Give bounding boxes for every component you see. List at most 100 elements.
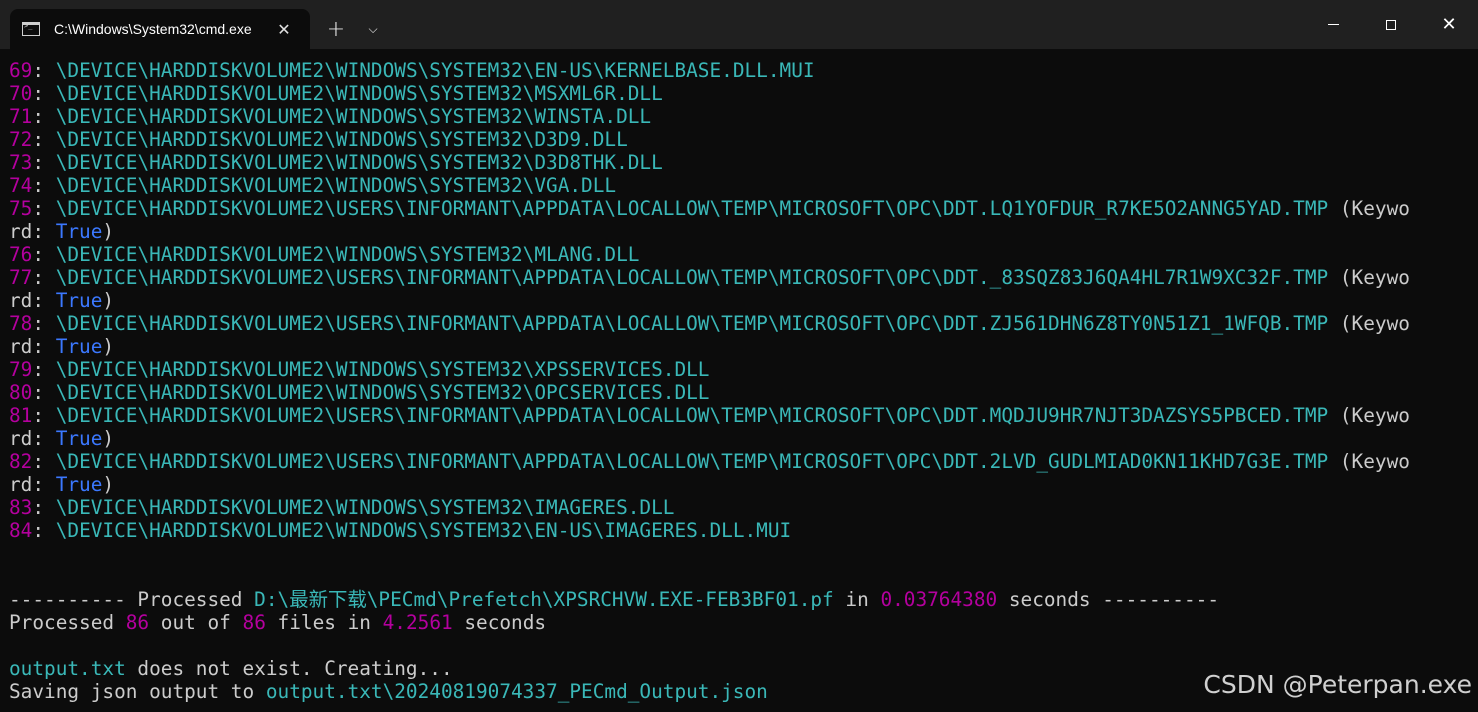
- console-segment: :: [32, 450, 56, 473]
- minimize-button[interactable]: [1304, 0, 1362, 49]
- console-line: 73: \DEVICE\HARDDISKVOLUME2\WINDOWS\SYST…: [9, 151, 1469, 174]
- console-segment: ---------- Processed: [9, 588, 255, 611]
- console-segment: :: [32, 59, 56, 82]
- console-segment: rd:: [9, 289, 56, 312]
- console-line: rd: True): [9, 220, 1469, 243]
- console-segment: :: [32, 197, 56, 220]
- console-segment: does not exist. Creating...: [125, 657, 453, 680]
- console-line: ---------- Processed D:\最新下载\PECmd\Prefe…: [9, 588, 1469, 611]
- console-segment: :: [32, 151, 56, 174]
- console-segment: \DEVICE\HARDDISKVOLUME2\USERS\INFORMANT\…: [55, 197, 1329, 220]
- console-segment: :: [32, 243, 56, 266]
- console-line: 77: \DEVICE\HARDDISKVOLUME2\USERS\INFORM…: [9, 266, 1469, 289]
- console-segment: 86: [242, 611, 266, 634]
- console-segment: rd:: [9, 220, 56, 243]
- console-line: 71: \DEVICE\HARDDISKVOLUME2\WINDOWS\SYST…: [9, 105, 1469, 128]
- console-segment: rd:: [9, 335, 56, 358]
- console-segment: ): [102, 427, 115, 450]
- console-segment: \DEVICE\HARDDISKVOLUME2\WINDOWS\SYSTEM32…: [55, 59, 815, 82]
- console-segment: :: [32, 381, 56, 404]
- console-segment: output.txt: [9, 657, 126, 680]
- console-segment: 78: [9, 312, 33, 335]
- console-segment: (Keywo: [1328, 450, 1410, 473]
- console-segment: (Keywo: [1328, 404, 1410, 427]
- console-output[interactable]: 69: \DEVICE\HARDDISKVOLUME2\WINDOWS\SYST…: [9, 59, 1469, 703]
- window-controls: ✕: [1304, 0, 1478, 49]
- console-line: 84: \DEVICE\HARDDISKVOLUME2\WINDOWS\SYST…: [9, 519, 1469, 542]
- console-segment: 79: [9, 358, 33, 381]
- tab-cmd[interactable]: C:\Windows\System32\cmd.exe ✕: [10, 9, 310, 49]
- console-line: 82: \DEVICE\HARDDISKVOLUME2\USERS\INFORM…: [9, 450, 1469, 473]
- console-line: rd: True): [9, 473, 1469, 496]
- console-segment: \DEVICE\HARDDISKVOLUME2\USERS\INFORMANT\…: [55, 266, 1329, 289]
- terminal-icon: [22, 22, 40, 36]
- console-segment: \DEVICE\HARDDISKVOLUME2\WINDOWS\SYSTEM32…: [55, 174, 617, 197]
- console-segment: 4.2561: [382, 611, 453, 634]
- console-segment: \DEVICE\HARDDISKVOLUME2\WINDOWS\SYSTEM32…: [55, 243, 640, 266]
- console-segment: 72: [9, 128, 33, 151]
- title-bar: C:\Windows\System32\cmd.exe ✕ + ⌵ ✕: [0, 0, 1478, 49]
- console-segment: D:\最新下载\PECmd\Prefetch\XPSRCHVW.EXE-FEB3…: [254, 588, 834, 611]
- console-segment: 81: [9, 404, 33, 427]
- console-segment: 75: [9, 197, 33, 220]
- new-tab-button[interactable]: +: [316, 9, 356, 49]
- console-segment: ): [102, 473, 115, 496]
- chevron-down-icon[interactable]: ⌵: [356, 9, 390, 49]
- console-line: 81: \DEVICE\HARDDISKVOLUME2\USERS\INFORM…: [9, 404, 1469, 427]
- console-segment: :: [32, 128, 56, 151]
- console-segment: (Keywo: [1328, 197, 1410, 220]
- console-line: 83: \DEVICE\HARDDISKVOLUME2\WINDOWS\SYST…: [9, 496, 1469, 519]
- console-line: 78: \DEVICE\HARDDISKVOLUME2\USERS\INFORM…: [9, 312, 1469, 335]
- console-segment: 82: [9, 450, 33, 473]
- console-segment: ): [102, 335, 115, 358]
- console-segment: 70: [9, 82, 33, 105]
- console-segment: \DEVICE\HARDDISKVOLUME2\WINDOWS\SYSTEM32…: [55, 519, 792, 542]
- console-line: rd: True): [9, 335, 1469, 358]
- console-line: 74: \DEVICE\HARDDISKVOLUME2\WINDOWS\SYST…: [9, 174, 1469, 197]
- maximize-button[interactable]: [1362, 0, 1420, 49]
- console-line: 70: \DEVICE\HARDDISKVOLUME2\WINDOWS\SYST…: [9, 82, 1469, 105]
- console-segment: \DEVICE\HARDDISKVOLUME2\WINDOWS\SYSTEM32…: [55, 358, 710, 381]
- console-segment: files in: [265, 611, 383, 634]
- console-line: rd: True): [9, 427, 1469, 450]
- console-segment: :: [32, 266, 56, 289]
- console-segment: \DEVICE\HARDDISKVOLUME2\WINDOWS\SYSTEM32…: [55, 381, 710, 404]
- console-segment: 73: [9, 151, 33, 174]
- console-segment: :: [32, 174, 56, 197]
- console-segment: rd:: [9, 427, 56, 450]
- console-line: rd: True): [9, 289, 1469, 312]
- console-segment: :: [32, 496, 56, 519]
- console-line: 76: \DEVICE\HARDDISKVOLUME2\WINDOWS\SYST…: [9, 243, 1469, 266]
- console-segment: :: [32, 82, 56, 105]
- console-segment: 69: [9, 59, 33, 82]
- close-button[interactable]: ✕: [1420, 0, 1478, 49]
- console-segment: seconds ----------: [997, 588, 1219, 611]
- console-line: 69: \DEVICE\HARDDISKVOLUME2\WINDOWS\SYST…: [9, 59, 1469, 82]
- console-segment: ): [102, 220, 115, 243]
- console-line: Processed 86 out of 86 files in 4.2561 s…: [9, 611, 1469, 634]
- console-segment: :: [32, 404, 56, 427]
- console-segment: True: [55, 427, 103, 450]
- console-segment: \DEVICE\HARDDISKVOLUME2\USERS\INFORMANT\…: [55, 312, 1329, 335]
- console-segment: True: [55, 335, 103, 358]
- console-segment: rd:: [9, 473, 56, 496]
- maximize-icon: [1386, 19, 1396, 30]
- minimize-icon: [1327, 24, 1339, 25]
- console-segment: (Keywo: [1328, 312, 1410, 335]
- console-segment: out of: [149, 611, 243, 634]
- console-segment: True: [55, 289, 103, 312]
- console-segment: :: [32, 519, 56, 542]
- console-segment: seconds: [452, 611, 547, 634]
- console-segment: :: [32, 358, 56, 381]
- console-segment: 83: [9, 496, 33, 519]
- console-segment: \DEVICE\HARDDISKVOLUME2\WINDOWS\SYSTEM32…: [55, 151, 663, 174]
- tab-close-icon[interactable]: ✕: [274, 20, 294, 39]
- console-segment: ): [102, 289, 115, 312]
- console-segment: in: [833, 588, 881, 611]
- tab-title: C:\Windows\System32\cmd.exe: [54, 21, 252, 37]
- console-segment: (Keywo: [1328, 266, 1410, 289]
- console-segment: Saving json output to: [9, 680, 266, 703]
